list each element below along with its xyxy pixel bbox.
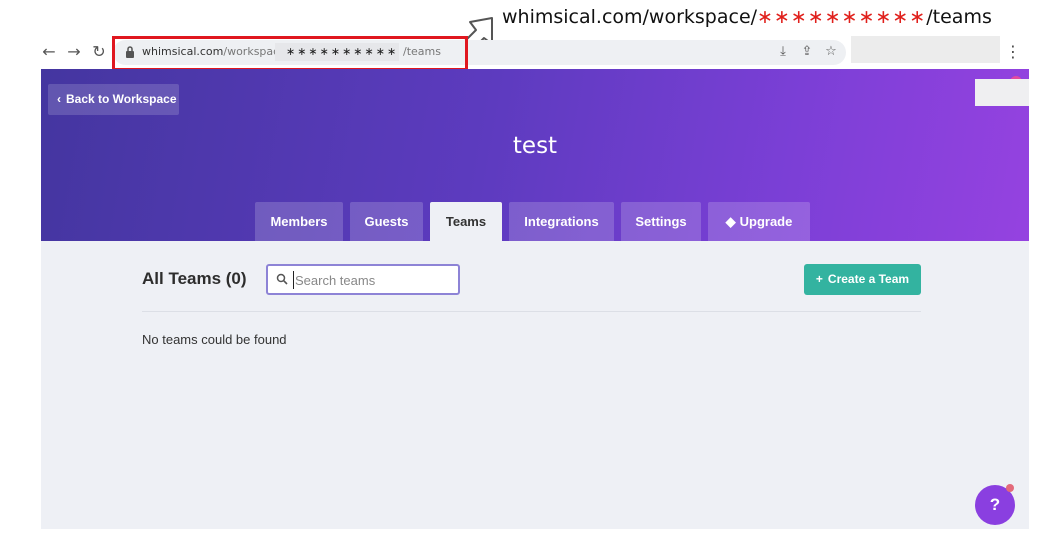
reload-icon[interactable]: ↻ [87,40,111,64]
forward-icon[interactable]: → [62,40,86,64]
install-icon[interactable]: ⤓ [775,44,791,60]
divider [142,311,921,312]
annotation-url-callout: whimsical.com/workspace/∗∗∗∗∗∗∗∗∗∗/teams [502,6,992,28]
settings-tabs: Members Guests Teams Integrations Settin… [255,202,810,241]
tab-upgrade-label: Upgrade [739,214,793,229]
plus-icon: + [815,272,823,286]
section-title: All Teams (0) [142,269,247,288]
app-viewport: ‹ Back to Workspace test Members Guests T… [41,69,1029,529]
search-input[interactable] [293,271,453,289]
annotation-url-prefix: whimsical.com/workspace/ [502,6,758,28]
create-team-label: Create a Team [827,272,910,286]
back-to-workspace-label: Back to Workspace [66,92,177,106]
tab-guests[interactable]: Guests [350,202,423,241]
back-icon[interactable]: ← [37,40,61,64]
tab-integrations[interactable]: Integrations [509,202,614,241]
share-icon[interactable]: ⇪ [799,44,815,60]
tab-teams[interactable]: Teams [430,202,502,241]
menu-dots-icon[interactable]: ⋮ [1004,42,1022,62]
page-title: test [512,133,558,159]
tab-settings[interactable]: Settings [621,202,701,241]
bookmark-star-icon[interactable]: ☆ [823,44,839,60]
avatar-redaction [975,79,1029,106]
search-icon [276,273,288,285]
tab-members[interactable]: Members [255,202,343,241]
diamond-icon: ◆ [725,214,736,229]
create-team-button[interactable]: + Create a Team [804,264,921,295]
notification-dot [1006,484,1014,492]
tab-upgrade[interactable]: ◆ Upgrade [708,202,810,241]
annotation-url-suffix: /teams [926,6,992,28]
empty-state-message: No teams could be found [142,332,287,347]
profile-redaction [851,36,1000,63]
back-to-workspace-button[interactable]: ‹ Back to Workspace [48,84,179,115]
annotation-masked-segment: ∗∗∗∗∗∗∗∗∗∗ [757,6,927,28]
chevron-left-icon: ‹ [57,92,61,106]
search-teams-field[interactable] [266,264,460,295]
annotation-highlight-box [112,36,468,71]
